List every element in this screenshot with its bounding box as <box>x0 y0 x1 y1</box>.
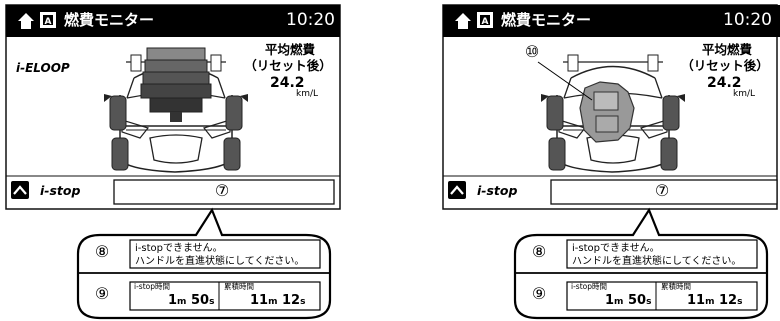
callout-number-8: ⑧ <box>94 242 110 261</box>
capacitor-graphic <box>140 47 212 122</box>
clock: 10:20 <box>286 10 335 30</box>
eloop-label: i-ELOOP <box>16 61 70 75</box>
left-monitor-screen: A <box>5 4 341 210</box>
avg-fuel-unit: km/L <box>296 89 319 99</box>
callout-number-8: ⑧ <box>531 242 547 261</box>
total-time-value: 11m 12s <box>687 293 743 308</box>
svg-text:A: A <box>482 17 489 27</box>
callout-number-7: ⑦ <box>654 181 670 200</box>
istop-time-label: i-stop時間 <box>134 282 170 291</box>
total-time-label: 累積時間 <box>661 282 691 291</box>
istop-message: i-stopできません。 ハンドルを直進状態にしてください。 <box>135 243 305 267</box>
avg-fuel-title: 平均燃費 <box>264 42 315 57</box>
avg-fuel-note: （リセット後） <box>244 58 332 73</box>
istop-time-value: 1m 50s <box>605 293 652 308</box>
istop-time-label: i-stop時間 <box>571 282 607 291</box>
callout-number-9: ⑨ <box>94 284 110 303</box>
right-monitor-screen: A <box>442 4 780 210</box>
avg-fuel-note: （リセット後） <box>681 58 769 73</box>
istop-label: i-stop <box>40 183 81 198</box>
callout-number-9: ⑨ <box>531 284 547 303</box>
screen-title: 燃費モニター <box>501 11 592 29</box>
istop-time-value: 1m 50s <box>168 293 215 308</box>
total-time-value: 11m 12s <box>250 293 306 308</box>
svg-text:A: A <box>45 17 52 27</box>
avg-fuel-title: 平均燃費 <box>701 42 752 57</box>
screen-title: 燃費モニター <box>64 11 155 29</box>
avg-fuel-unit: km/L <box>733 89 756 99</box>
istop-label: i-stop <box>477 183 518 198</box>
total-time-label: 累積時間 <box>224 282 254 291</box>
avg-fuel-value: 24.2 <box>707 75 742 91</box>
istop-message: i-stopできません。 ハンドルを直進状態にしてください。 <box>572 243 742 267</box>
clock: 10:20 <box>723 10 772 30</box>
callout-number-7: ⑦ <box>214 181 230 200</box>
avg-fuel-value: 24.2 <box>270 75 305 91</box>
callout-number-10: ⑩ <box>524 42 540 61</box>
